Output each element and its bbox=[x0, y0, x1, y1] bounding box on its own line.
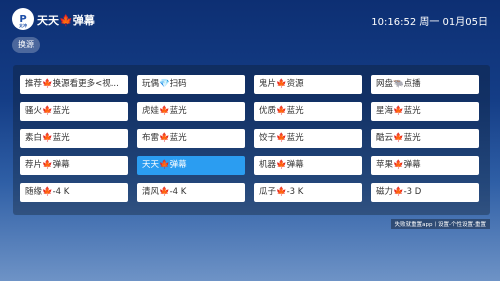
source-item[interactable]: 酷云🍁蓝光 bbox=[371, 129, 479, 148]
switch-source-button[interactable]: 换源 bbox=[12, 37, 40, 53]
source-item[interactable]: 机器🍁弹幕 bbox=[254, 156, 362, 175]
source-item[interactable]: 网盘🐃点播 bbox=[371, 75, 479, 94]
source-item[interactable]: 瓜子🍁-3 K bbox=[254, 183, 362, 202]
source-item[interactable]: 清风🍁-4 K bbox=[137, 183, 245, 202]
footer-hint: 失败就重置app丨设置-个性设置-重置 bbox=[390, 219, 490, 229]
source-item[interactable]: 优质🍁蓝光 bbox=[254, 102, 362, 121]
clock: 10:16:52 周一 01月05日 bbox=[371, 17, 488, 28]
source-item[interactable]: 苹果🍁弹幕 bbox=[371, 156, 479, 175]
source-item[interactable]: 骚火🍁蓝光 bbox=[20, 102, 128, 121]
source-list-panel: 推荐🍁换源看更多<视... 玩偶💎扫码 鬼片🍁资源 网盘🐃点播骚火🍁蓝光 虎娃🍁蓝光 优质… bbox=[13, 65, 490, 215]
current-source-title: 天天🍁弹幕 bbox=[37, 14, 95, 27]
source-item[interactable]: 随缘🍁-4 K bbox=[20, 183, 128, 202]
source-item[interactable]: 玩偶💎扫码 bbox=[137, 75, 245, 94]
top-bar: P 太冲 天天🍁弹幕 10:16:52 周一 01月05日 bbox=[0, 0, 500, 40]
source-item[interactable]: 荐片🍁弹幕 bbox=[20, 156, 128, 175]
source-item[interactable]: 虎娃🍁蓝光 bbox=[137, 102, 245, 121]
source-item[interactable]: 推荐🍁换源看更多<视... bbox=[20, 75, 128, 94]
source-item[interactable]: 鬼片🍁资源 bbox=[254, 75, 362, 94]
source-item[interactable]: 磁力🍁-3 D bbox=[371, 183, 479, 202]
source-grid: 推荐🍁换源看更多<视... 玩偶💎扫码 鬼片🍁资源 网盘🐃点播骚火🍁蓝光 虎娃🍁蓝光 优质… bbox=[20, 75, 479, 202]
app-logo: P 太冲 bbox=[12, 8, 34, 30]
source-item[interactable]: 素白🍁蓝光 bbox=[20, 129, 128, 148]
source-item[interactable]: 天天🍁弹幕 bbox=[137, 156, 245, 175]
source-item[interactable]: 星海🍁蓝光 bbox=[371, 102, 479, 121]
source-item[interactable]: 饺子🍁蓝光 bbox=[254, 129, 362, 148]
source-item[interactable]: 布雷🍁蓝光 bbox=[137, 129, 245, 148]
